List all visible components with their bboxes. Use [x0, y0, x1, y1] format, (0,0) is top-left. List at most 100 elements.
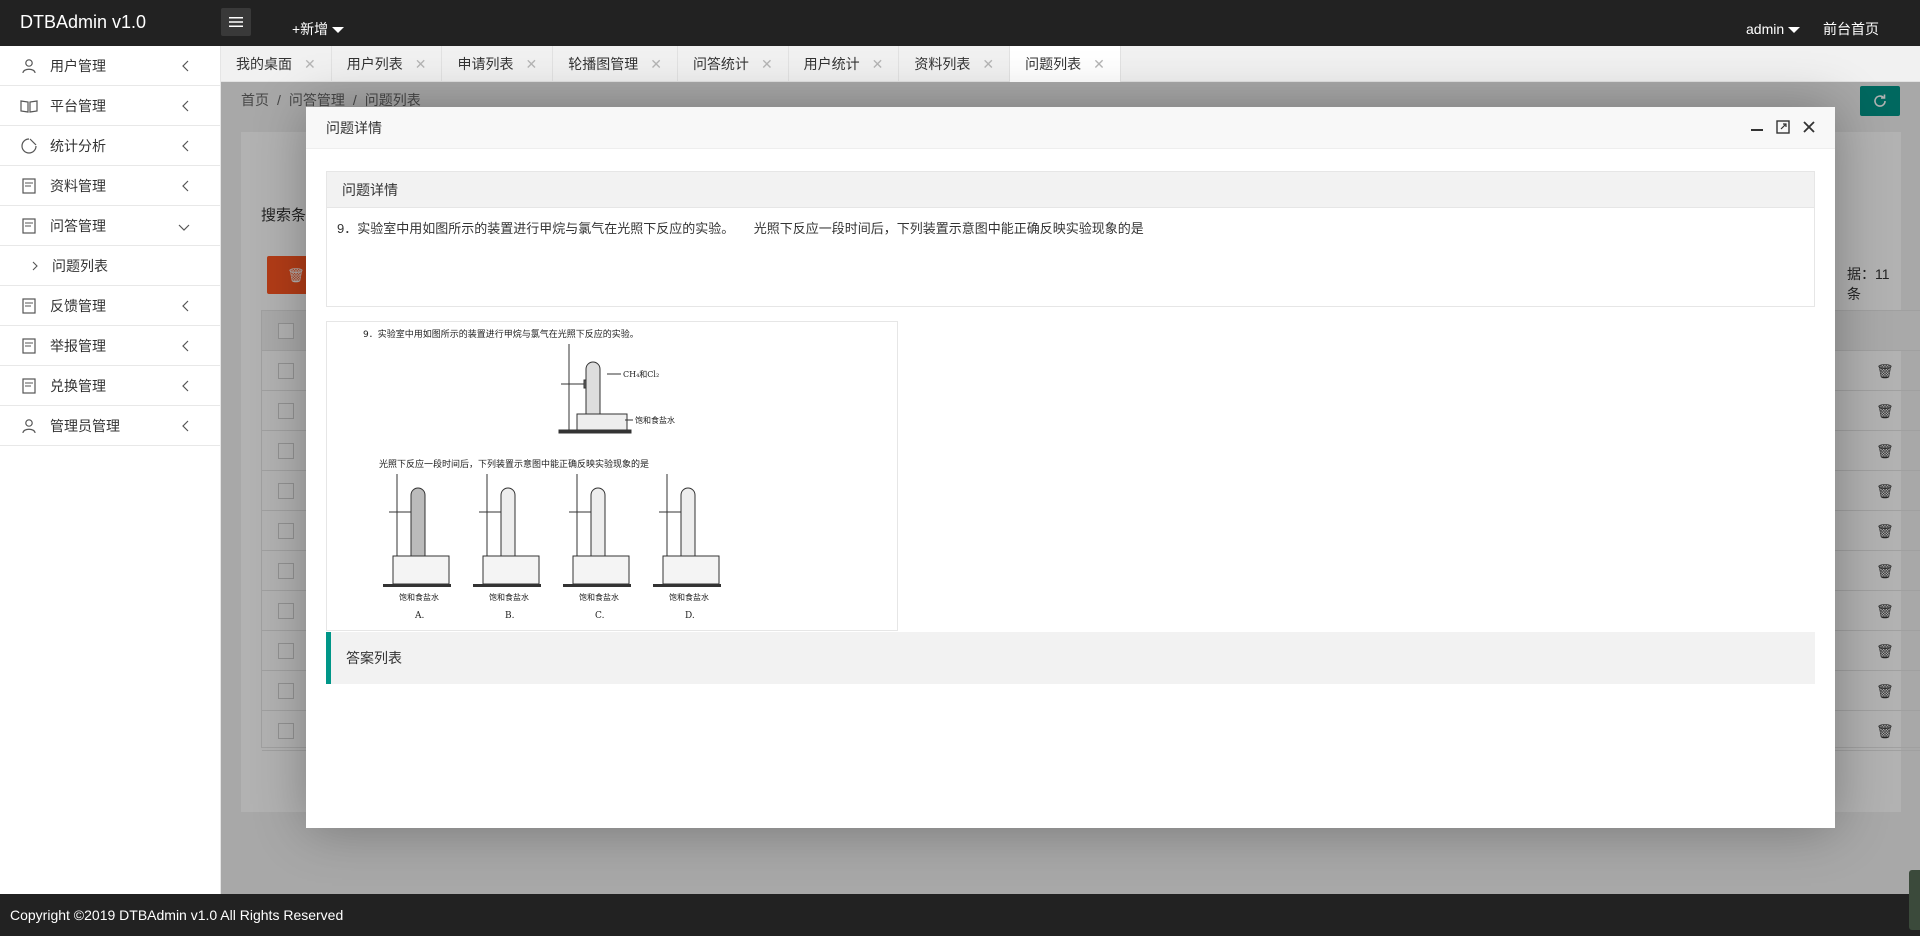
side-handle[interactable]: [1909, 870, 1920, 930]
caret-down-icon: [332, 27, 345, 34]
minimize-icon: [1751, 129, 1763, 131]
chevron-left-icon: [182, 419, 190, 435]
tab[interactable]: 用户统计 ✕: [789, 46, 900, 82]
water-label: 饱和食盐水: [635, 415, 675, 425]
maximize-button[interactable]: [1775, 119, 1791, 135]
user-icon: [20, 417, 38, 435]
hamburger-icon: [229, 17, 243, 27]
tab-label: 轮播图管理: [568, 56, 639, 72]
footer: Copyright ©2019 DTBAdmin v1.0 All Rights…: [0, 894, 1920, 936]
sidebar-item-label: 问答管理: [50, 217, 106, 234]
option-apparatus: [563, 474, 631, 587]
sidebar-item[interactable]: 举报管理: [0, 326, 220, 366]
tab-label: 用户列表: [346, 56, 403, 72]
sidebar-item-label: 统计分析: [50, 137, 106, 154]
maximize-icon: [1776, 120, 1790, 134]
close-icon[interactable]: ✕: [1093, 56, 1105, 73]
chart-icon: [20, 137, 38, 155]
sidebar-item-label: 举报管理: [50, 337, 106, 354]
chevron-right-icon: [32, 258, 38, 274]
tab-label: 资料列表: [914, 56, 971, 72]
sidebar-item[interactable]: 反馈管理: [0, 286, 220, 326]
chevron-left-icon: [182, 59, 190, 75]
chevron-left-icon: [182, 99, 190, 115]
sidebar-item[interactable]: 平台管理: [0, 86, 220, 126]
tab-label: 申请列表: [457, 56, 514, 72]
fieldset-title: 问题详情: [327, 172, 1814, 208]
top-header: DTBAdmin v1.0 +新增 admin 前台首页: [0, 0, 1920, 46]
option-apparatus: [653, 474, 721, 587]
modal-body: 问题详情 9．实验室中用如图所示的装置进行甲烷与氯气在光照下反应的实验。 光照下…: [326, 171, 1815, 684]
option-letter: A.: [414, 611, 424, 621]
option-water-label: 饱和食盐水: [579, 592, 619, 602]
chevron-left-icon: [182, 379, 190, 395]
doc-icon: [20, 337, 38, 355]
sidebar-subitem-label: 问题列表: [52, 257, 108, 274]
question-detail-modal: 问题详情 问题详情 9．实验室中用如图所示的装置进行甲烷与氯气在光照下反应的实验…: [306, 107, 1835, 828]
chevron-left-icon: [182, 299, 190, 315]
close-button[interactable]: [1801, 119, 1817, 135]
chevron-left-icon: [182, 179, 190, 195]
doc-icon: [20, 177, 38, 195]
answers-section-title: 答案列表: [326, 632, 1815, 684]
option-letter: B.: [505, 611, 515, 621]
option-water-label: 饱和食盐水: [399, 592, 439, 602]
user-name: admin: [1746, 21, 1785, 37]
modal-header: 问题详情: [306, 107, 1835, 149]
sidebar-item-label: 反馈管理: [50, 297, 106, 314]
tab[interactable]: 问题列表 ✕: [1010, 46, 1121, 82]
tab[interactable]: 我的桌面 ✕: [221, 46, 332, 82]
answer-options: 饱和食盐水 A. 饱和食盐水 B. 饱和食盐水 C. 饱和食盐水 D.: [383, 474, 721, 621]
add-new-label: +新增: [292, 21, 329, 37]
book-icon: [20, 97, 38, 115]
modal-title: 问题详情: [326, 120, 382, 136]
sidebar-item[interactable]: 管理员管理: [0, 406, 220, 446]
close-icon[interactable]: ✕: [525, 56, 537, 73]
option-apparatus: [473, 474, 541, 587]
close-icon[interactable]: ✕: [415, 56, 427, 73]
chevron-left-icon: [182, 139, 190, 155]
option-water-label: 饱和食盐水: [669, 592, 709, 602]
close-icon: [1803, 121, 1815, 133]
doc-icon: [20, 217, 38, 235]
question-text: 9．实验室中用如图所示的装置进行甲烷与氯气在光照下反应的实验。 光照下反应一段时…: [337, 221, 1144, 236]
tab[interactable]: 资料列表 ✕: [899, 46, 1011, 82]
question-image[interactable]: 9．实验室中用如图所示的装置进行甲烷与氯气在光照下反应的实验。 CH₄和Cl₂ …: [326, 321, 898, 631]
option-apparatus: [383, 474, 451, 587]
option-letter: D.: [685, 611, 695, 621]
sidebar-item[interactable]: 统计分析: [0, 126, 220, 166]
close-icon[interactable]: ✕: [650, 56, 662, 73]
sidebar-item[interactable]: 用户管理: [0, 46, 220, 86]
minimize-button[interactable]: [1749, 119, 1765, 135]
sidebar-item[interactable]: 兑换管理: [0, 366, 220, 406]
tab[interactable]: 申请列表 ✕: [442, 46, 554, 82]
tab[interactable]: 问答统计 ✕: [678, 46, 789, 82]
sidebar-item-label: 管理员管理: [50, 417, 120, 434]
sidebar-item[interactable]: 资料管理: [0, 166, 220, 206]
doc-icon: [20, 297, 38, 315]
close-icon[interactable]: ✕: [982, 56, 994, 73]
tab[interactable]: 轮播图管理 ✕: [553, 46, 678, 82]
question-fieldset: 问题详情 9．实验室中用如图所示的装置进行甲烷与氯气在光照下反应的实验。 光照下…: [326, 171, 1815, 307]
tab-label: 问答统计: [692, 56, 749, 72]
chevron-down-icon: [178, 219, 190, 235]
close-icon[interactable]: ✕: [304, 56, 316, 73]
menu-toggle-button[interactable]: [221, 8, 251, 36]
doc-icon: [20, 377, 38, 395]
tab-bar: 我的桌面 ✕ 用户列表 ✕ 申请列表 ✕ 轮播图管理 ✕ 问答统计 ✕ 用户统计 ✕ 资料列表 ✕ 问题列表…: [221, 46, 1920, 82]
close-icon[interactable]: ✕: [872, 56, 884, 73]
chemistry-apparatus-figure: 9．实验室中用如图所示的装置进行甲烷与氯气在光照下反应的实验。 CH₄和Cl₂ …: [363, 328, 721, 621]
chevron-left-icon: [182, 339, 190, 355]
close-icon[interactable]: ✕: [761, 56, 773, 73]
sidebar-item[interactable]: 问答管理: [0, 206, 220, 246]
sidebar-item-label: 用户管理: [50, 57, 106, 74]
tab[interactable]: 用户列表 ✕: [332, 46, 443, 82]
sidebar-item-label: 兑换管理: [50, 377, 106, 394]
option-letter: C.: [595, 611, 605, 621]
main-apparatus: [558, 344, 633, 434]
sidebar-item-label: 平台管理: [50, 97, 106, 114]
user-icon: [20, 57, 38, 75]
sidebar-subitem[interactable]: 问题列表: [0, 246, 220, 286]
figure-line2: 光照下反应一段时间后，下列装置示意图中能正确反映实验现象的是: [379, 458, 649, 470]
sidebar-item-label: 资料管理: [50, 177, 106, 194]
